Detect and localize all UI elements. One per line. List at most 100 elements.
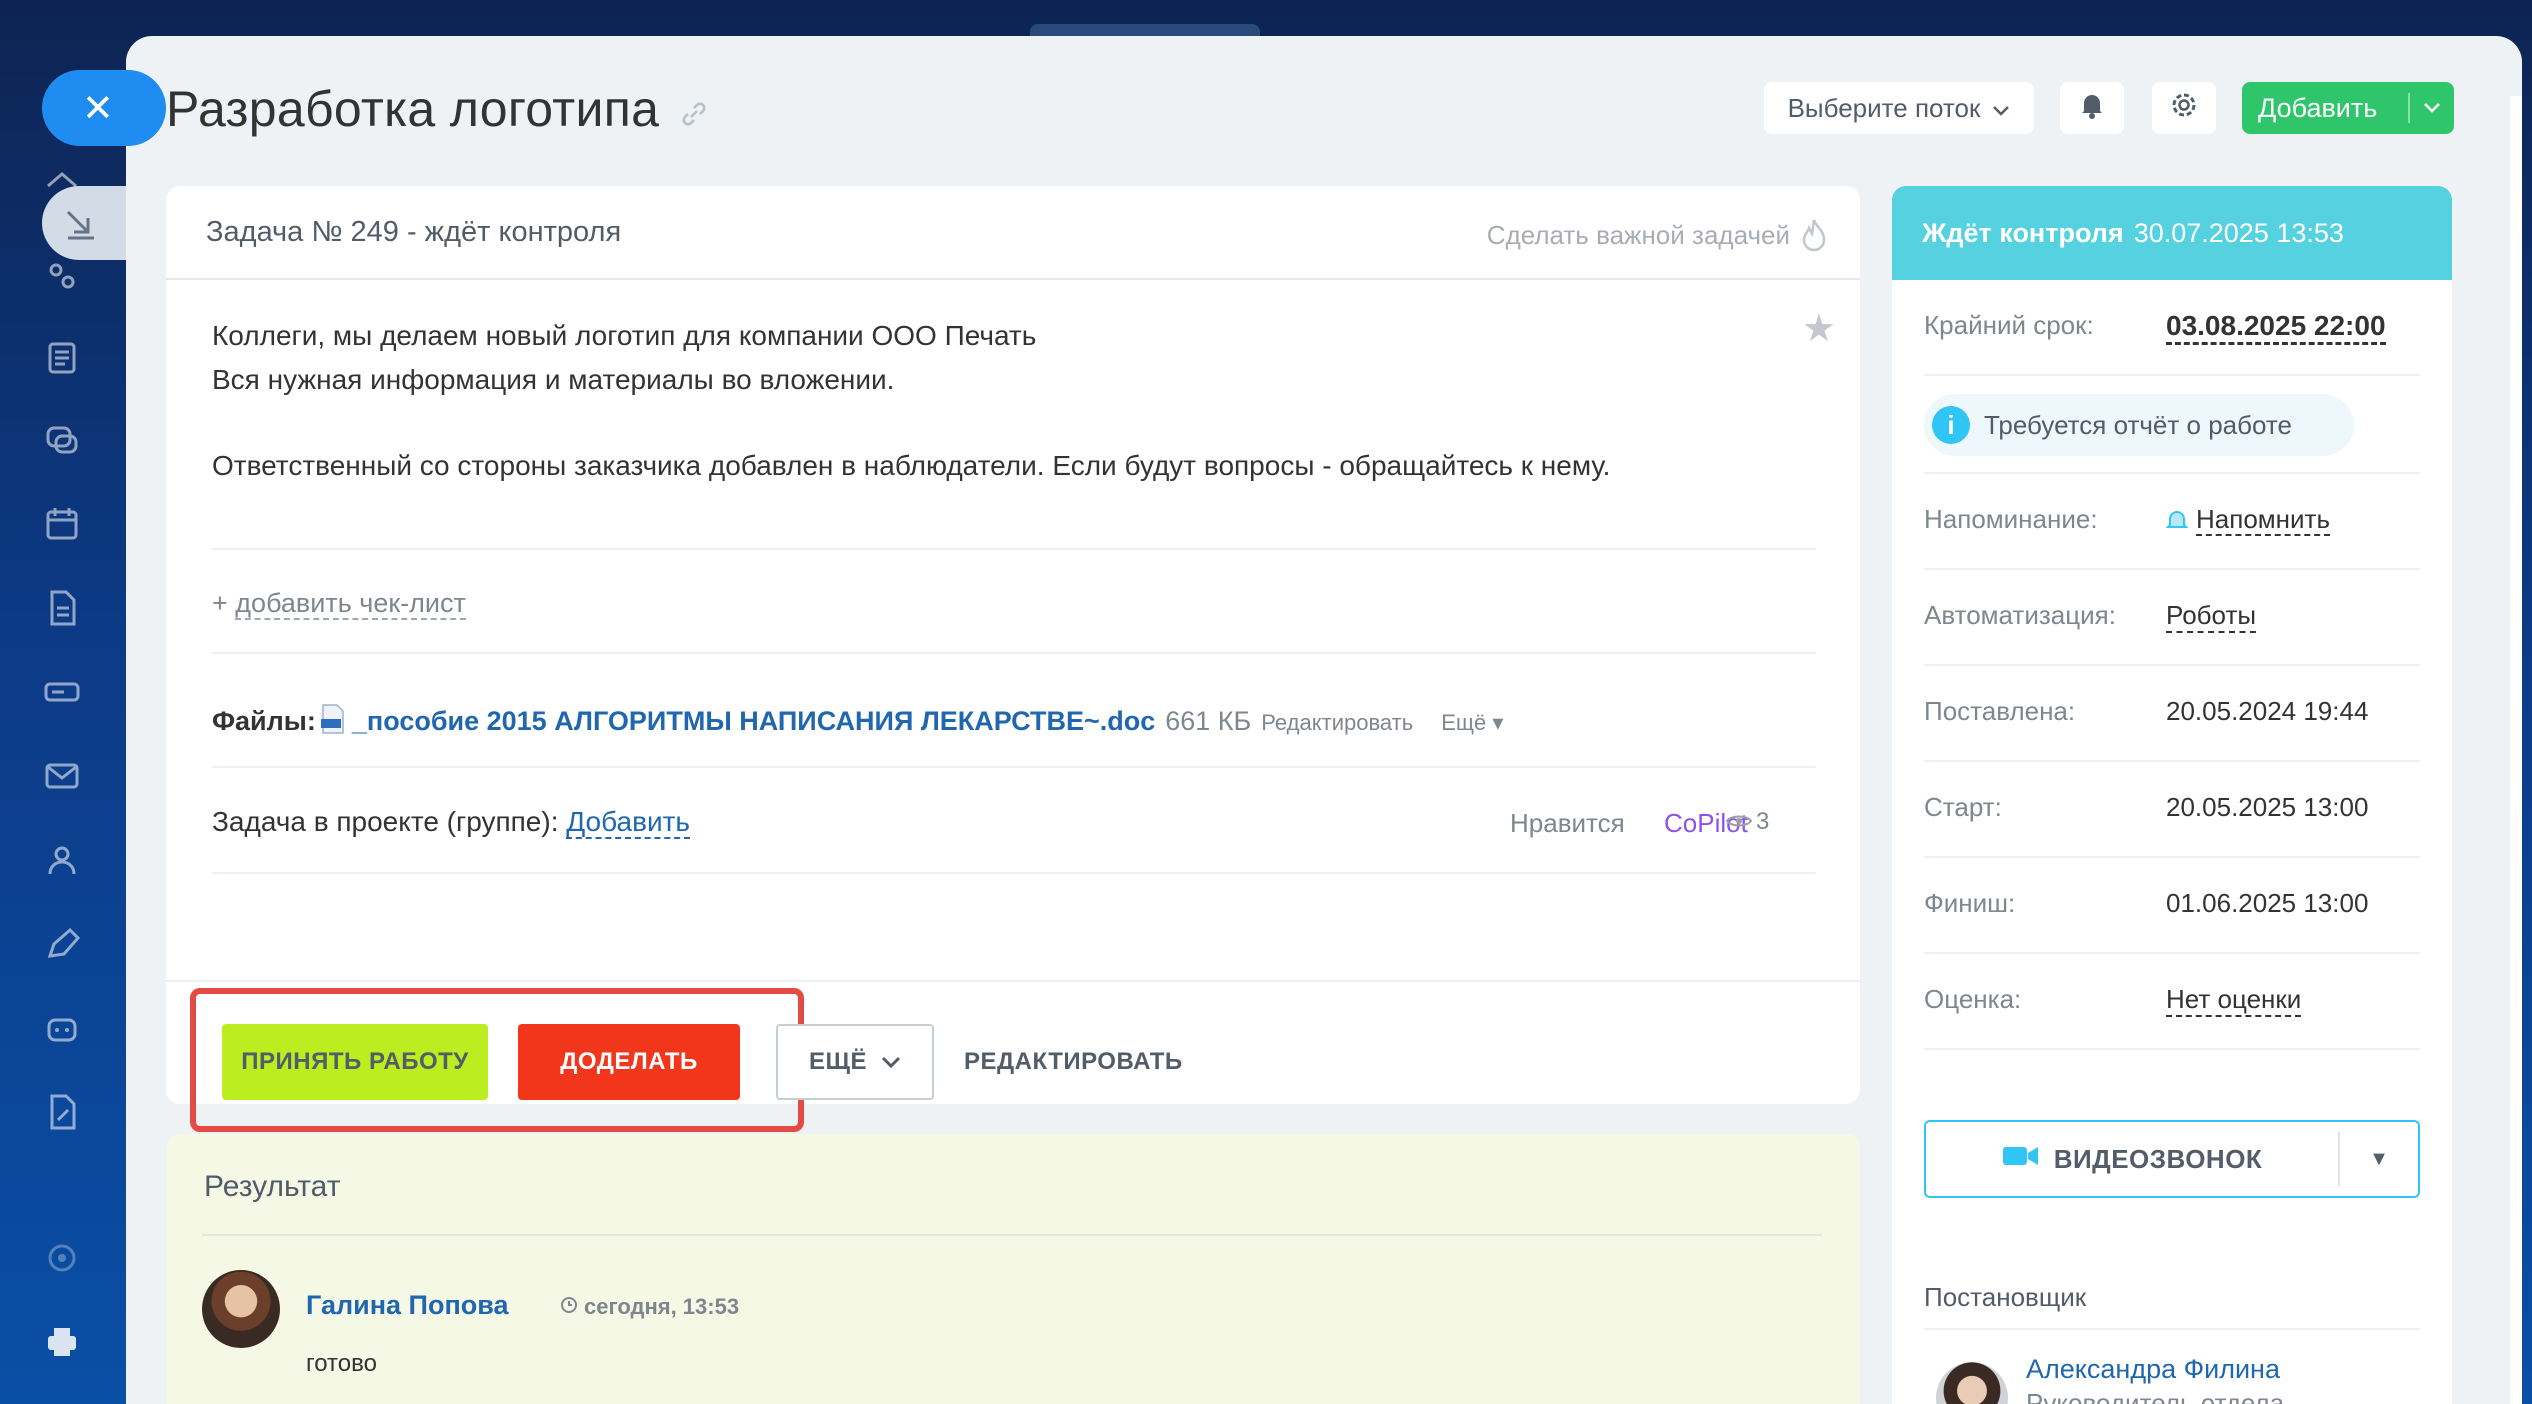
download-icon[interactable]	[60, 204, 100, 244]
flame-icon[interactable]	[1800, 218, 1828, 252]
page-title: Разработка логотипа	[166, 81, 660, 137]
caret-down-icon[interactable]: ▼	[2340, 1148, 2418, 1171]
files-label: Файлы:	[212, 706, 316, 736]
deadline-row: Крайний срок: 03.08.2025 22:00	[1924, 310, 2420, 345]
rating-link[interactable]: Нет оценки	[2166, 984, 2302, 1017]
description-line: Ответственный со стороны заказчика добав…	[212, 450, 1611, 481]
more-button-label: ЕЩЁ	[808, 1048, 868, 1075]
mail-icon[interactable]	[42, 756, 82, 796]
add-button[interactable]: Добавить	[2242, 82, 2454, 134]
bell-icon	[2079, 91, 2105, 126]
divider	[1924, 1328, 2420, 1330]
project-row: Задача в проекте (группе): Добавить	[212, 806, 691, 839]
report-required-badge: i Требуется отчёт о работе	[1924, 394, 2354, 456]
chevron-down-icon[interactable]	[2410, 102, 2454, 114]
crm-icon[interactable]	[42, 256, 82, 296]
divider	[166, 278, 1860, 280]
news-icon[interactable]	[42, 338, 82, 378]
divider	[212, 548, 1816, 550]
scrollbar[interactable]	[2510, 96, 2522, 1404]
document-icon[interactable]	[42, 588, 82, 628]
reminder-value: Напомнить	[2196, 504, 2330, 536]
file-size: 661 КБ	[1165, 706, 1252, 736]
avatar[interactable]	[1936, 1362, 2008, 1404]
like-button[interactable]: Нравится	[1510, 808, 1625, 839]
result-author-link[interactable]: Галина Попова	[306, 1290, 509, 1321]
doc-file-icon	[320, 704, 346, 734]
created-value: 20.05.2024 19:44	[2166, 696, 2369, 726]
task-sidebar: Ждёт контроля 30.07.2025 13:53 Крайний с…	[1892, 186, 2452, 1404]
add-button-label: Добавить	[2258, 92, 2378, 123]
divider	[1924, 374, 2420, 376]
divider	[212, 872, 1816, 874]
calendar-icon[interactable]	[42, 504, 82, 544]
chevron-down-icon	[881, 1048, 901, 1076]
edit-doc-icon[interactable]	[42, 1092, 82, 1132]
result-time-text: сегодня, 13:53	[584, 1294, 740, 1319]
stream-select-label: Выберите поток	[1787, 92, 1981, 123]
reminder-link[interactable]: Напомнить	[2165, 504, 2330, 536]
status-date: 30.07.2025 13:53	[2133, 217, 2344, 248]
automation-link[interactable]: Роботы	[2166, 600, 2257, 633]
settings-icon[interactable]	[42, 1238, 82, 1278]
divider	[212, 766, 1816, 768]
close-icon: ✕	[82, 87, 114, 130]
info-icon: i	[1932, 406, 1970, 444]
drive-icon[interactable]	[42, 672, 82, 712]
file-link[interactable]: _пособие 2015 АЛГОРИТМЫ НАПИСАНИЯ ЛЕКАРС…	[352, 706, 1155, 737]
project-add-link[interactable]: Добавить	[566, 806, 691, 839]
divider	[1924, 760, 2420, 762]
copy-link-icon[interactable]	[678, 98, 710, 130]
creator-heading: Постановщик	[1924, 1282, 2087, 1312]
result-title: Результат	[204, 1170, 341, 1203]
left-rail	[0, 0, 126, 1404]
automation-row: Автоматизация: Роботы	[1924, 600, 2420, 633]
reminder-label: Напоминание:	[1924, 504, 2098, 534]
deadline-label: Крайний срок:	[1924, 310, 2094, 340]
make-important-link[interactable]: Сделать важной задачей	[1487, 220, 1790, 251]
reminder-row: Напоминание: Напомнить	[1924, 504, 2420, 536]
employees-icon[interactable]	[42, 840, 82, 880]
add-checklist-label: добавить чек-лист	[235, 588, 466, 620]
settings-button[interactable]	[2152, 82, 2216, 134]
file-edit-link[interactable]: Редактировать	[1261, 710, 1413, 736]
divider	[166, 980, 1860, 982]
printer-icon[interactable]	[42, 1322, 82, 1362]
video-call-button[interactable]: ВИДЕОЗВОНОК ▼	[1924, 1120, 2420, 1198]
star-icon[interactable]: ★	[1802, 306, 1836, 351]
avatar[interactable]	[202, 1270, 280, 1348]
deadline-value[interactable]: 03.08.2025 22:00	[2166, 310, 2386, 345]
task-heading: Задача № 249 - ждёт контроля	[206, 216, 622, 248]
stream-select[interactable]: Выберите поток	[1764, 82, 2034, 134]
divider	[1924, 952, 2420, 954]
video-call-main[interactable]: ВИДЕОЗВОНОК	[1926, 1144, 2338, 1175]
plus-sign: +	[212, 588, 228, 618]
pen-icon[interactable]	[42, 924, 82, 964]
redo-button[interactable]: ДОДЕЛАТЬ	[518, 1024, 740, 1100]
finish-row: Финиш: 01.06.2025 13:00	[1924, 888, 2420, 919]
file-more-link[interactable]: Ещё ▾	[1441, 710, 1503, 736]
chevron-down-icon	[1992, 93, 2010, 124]
more-button[interactable]: ЕЩЁ	[776, 1024, 934, 1100]
views-count: 3	[1756, 808, 1770, 835]
close-slider-button[interactable]: ✕	[42, 70, 166, 146]
creator-role: Руководитель отдела маркетинга	[2026, 1388, 2285, 1404]
start-value: 20.05.2025 13:00	[2166, 792, 2369, 822]
accept-work-button[interactable]: ПРИНЯТЬ РАБОТУ	[222, 1024, 488, 1100]
created-label: Поставлена:	[1924, 696, 2076, 726]
robot-icon[interactable]	[42, 1008, 82, 1048]
edit-button[interactable]: РЕДАКТИРОВАТЬ	[964, 1024, 1184, 1100]
rating-row: Оценка: Нет оценки	[1924, 984, 2420, 1017]
video-call-label: ВИДЕОЗВОНОК	[2053, 1143, 2263, 1174]
notifications-button[interactable]	[2060, 82, 2124, 134]
automation-label: Автоматизация:	[1924, 600, 2116, 630]
description-line: Коллеги, мы делаем новый логотип для ком…	[212, 320, 1037, 351]
reminder-bell-icon	[2165, 507, 2189, 529]
views-counter: 3	[1725, 808, 1770, 836]
finish-label: Финиш:	[1924, 888, 2016, 918]
finish-value: 01.06.2025 13:00	[2166, 888, 2369, 918]
home-icon[interactable]	[42, 166, 82, 206]
chat-icon[interactable]	[42, 420, 82, 460]
add-checklist-link[interactable]: + добавить чек-лист	[212, 588, 466, 620]
creator-name-link[interactable]: Александра Филина	[2026, 1354, 2280, 1385]
